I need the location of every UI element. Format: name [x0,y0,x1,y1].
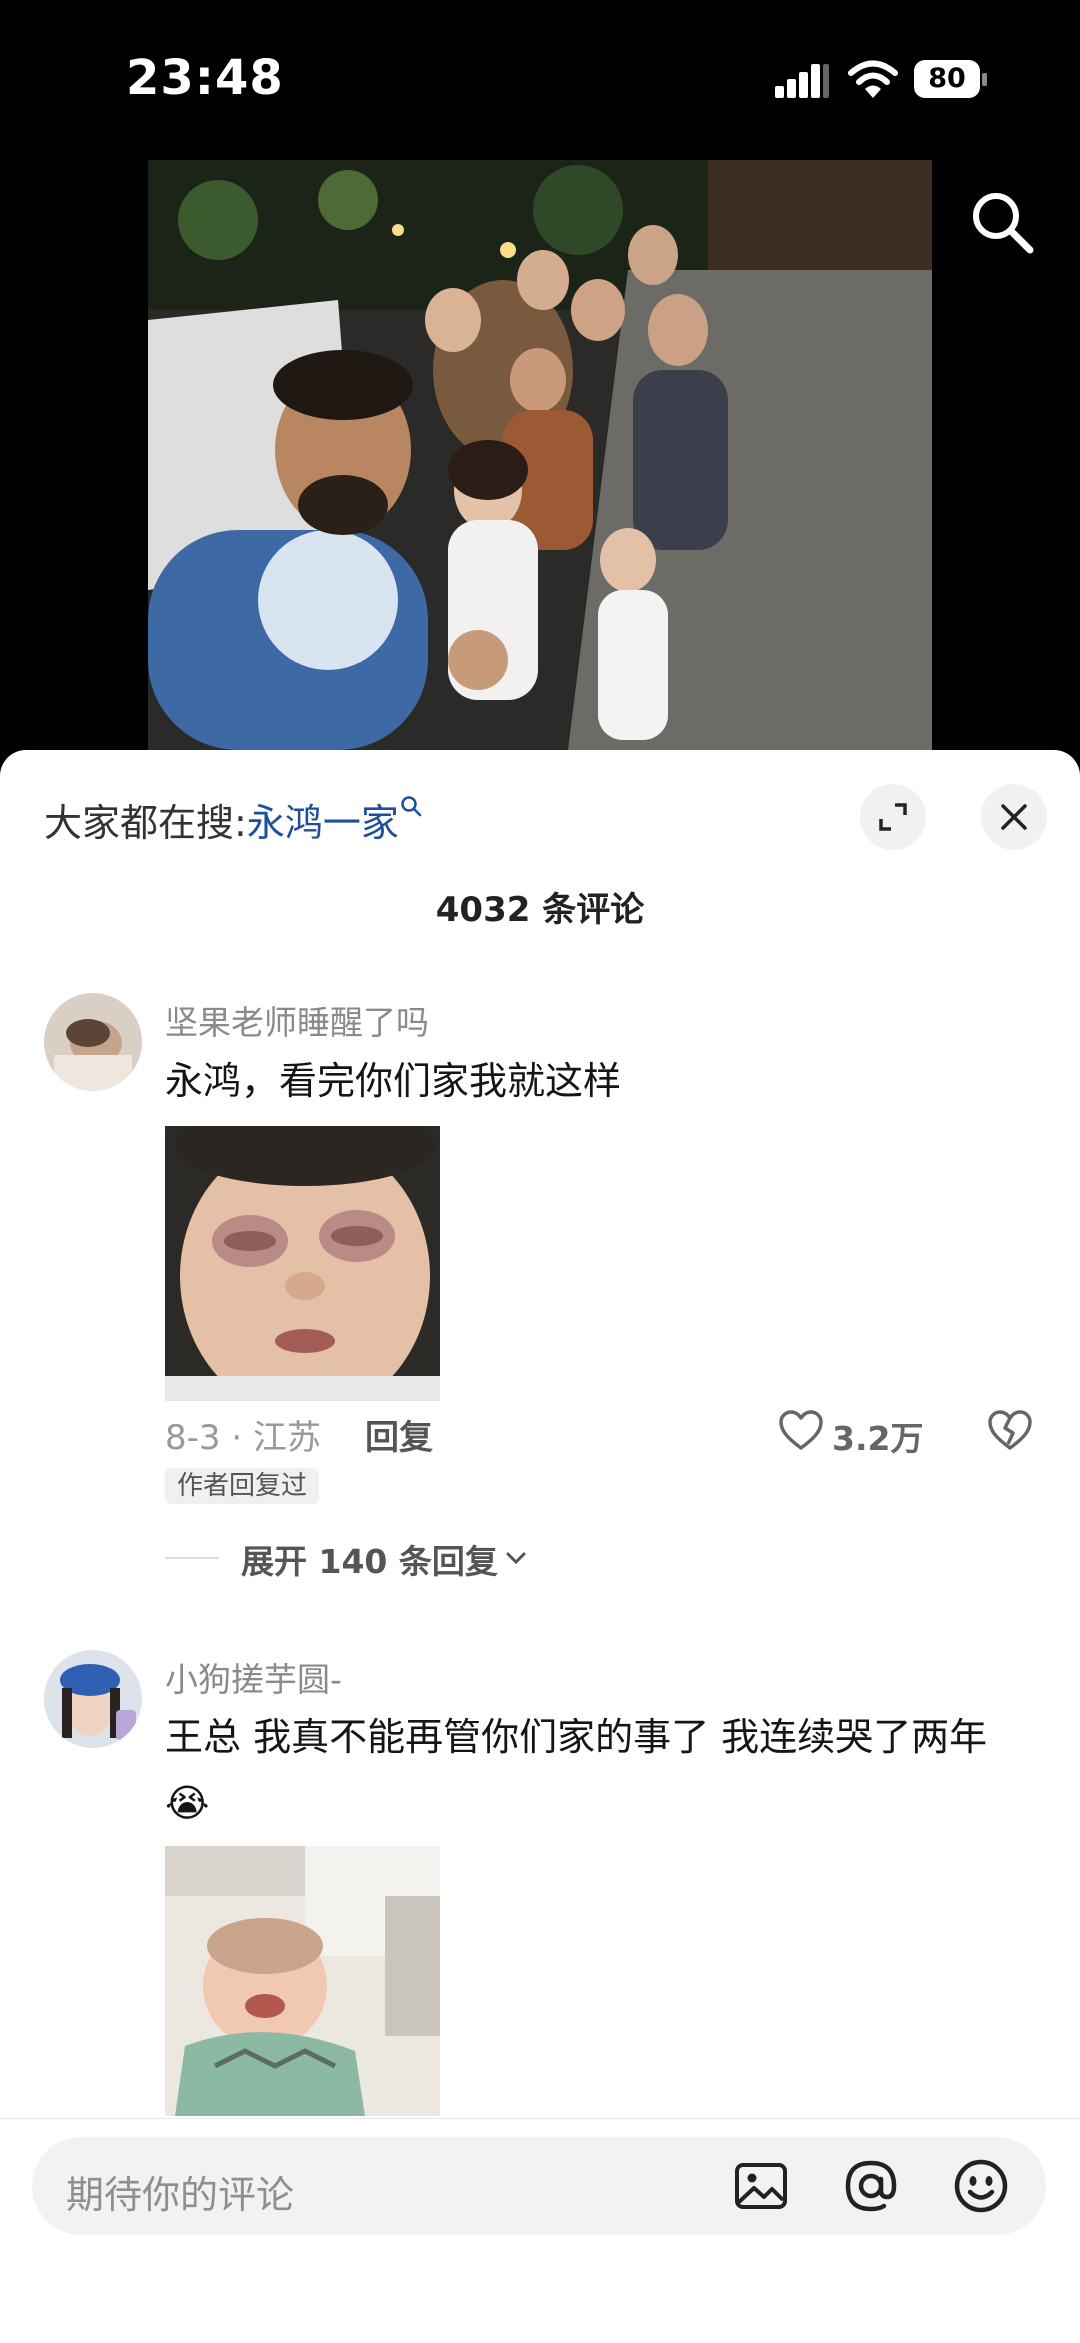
expand-button[interactable] [860,784,926,850]
crying-emoji: 😭 [165,1781,210,1825]
avatar[interactable] [44,993,142,1091]
expand-replies-label: 展开 140 条回复 [241,1542,498,1581]
comment-image[interactable] [165,1126,440,1401]
comment-input-bar: 期待你的评论 [0,2118,1080,2343]
image-icon[interactable] [732,2157,790,2215]
chevron-down-icon [506,1552,526,1565]
search-icon [401,796,422,817]
search-icon[interactable] [968,188,1036,256]
comment-input[interactable]: 期待你的评论 [32,2137,1046,2235]
comment-text: 王总 我真不能再管你们家的事了 我连续哭了两年 😭 [165,1704,1045,1836]
comment-count: 4032 条评论 [435,890,645,930]
status-time: 23:48 [126,50,284,106]
heart-icon [779,1410,823,1450]
cellular-signal-icon [775,64,829,98]
trending-term[interactable]: 永鸿一家 [247,801,399,845]
expand-icon [879,803,907,831]
battery-level: 80 [928,63,966,94]
avatar[interactable] [44,1650,142,1748]
comment-username[interactable]: 坚果老师睡醒了吗 [165,996,429,1044]
like-count: 3.2万 [832,1419,924,1458]
at-icon[interactable] [842,2157,900,2215]
wifi-icon [848,60,898,98]
comment-text-content: 王总 我真不能再管你们家的事了 我连续哭了两年 [165,1715,988,1759]
close-icon [1001,804,1027,830]
video-frame[interactable] [148,160,932,750]
divider [165,1557,219,1559]
author-replied-badge: 作者回复过 [165,1468,320,1504]
emoji-icon[interactable] [952,2157,1010,2215]
close-button[interactable] [981,784,1047,850]
comment-date-location: 8-3 · 江苏 [165,1418,321,1458]
comment-input-placeholder: 期待你的评论 [66,2173,295,2217]
comments-sheet: 大家都在搜:永鸿一家 4032 条评论 坚果老师睡醒了吗 永鸿，看完你们家我就这… [0,750,1080,2342]
reply-button[interactable]: 回复 [365,1410,433,1459]
trending-search[interactable]: 大家都在搜:永鸿一家 [44,792,423,847]
battery-icon: 80 [914,60,988,100]
comment-text: 永鸿，看完你们家我就这样 [165,1059,622,1103]
status-bar: 23:48 80 [0,0,1080,160]
trending-prefix: 大家都在搜: [44,801,247,845]
broken-heart-icon[interactable] [987,1408,1033,1454]
video-photo [148,160,932,750]
comment-image[interactable] [165,1846,440,2116]
comment-username[interactable]: 小狗搓芋圆- [165,1653,342,1701]
